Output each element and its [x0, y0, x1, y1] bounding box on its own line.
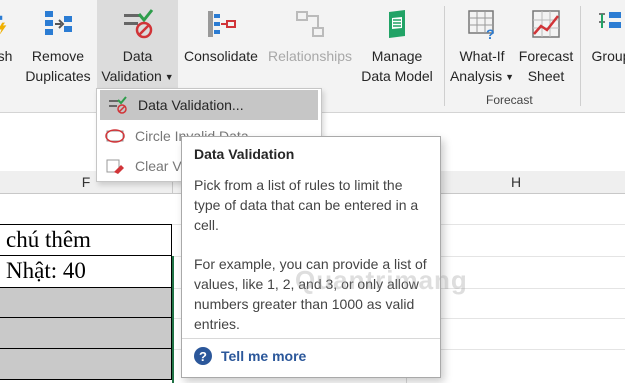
svg-text:?: ? [486, 26, 495, 40]
cell-gray[interactable] [0, 349, 172, 380]
flash-fill-button[interactable]: sh l [0, 0, 16, 92]
tell-me-more-link[interactable]: ? Tell me more [194, 347, 306, 365]
data-validation-tooltip: Data Validation Pick from a list of rule… [181, 136, 441, 378]
what-if-label-1: What-If [459, 48, 505, 64]
data-validation-small-icon [109, 96, 127, 114]
tell-me-more-label: Tell me more [221, 348, 307, 364]
remove-duplicates-icon [45, 11, 72, 35]
remove-duplicates-label-1: Remove [31, 48, 85, 64]
watermark-text: Quantrimang [295, 265, 468, 295]
tooltip-title: Data Validation [194, 146, 295, 162]
cell-gray[interactable] [0, 288, 172, 318]
group-label: Group [591, 48, 625, 64]
relationships-label: Relationships [267, 48, 353, 64]
tooltip-paragraph: Pick from a list of rules to limit the t… [194, 177, 419, 233]
clear-validation-icon [106, 159, 124, 174]
circle-invalid-icon [105, 129, 125, 143]
menu-item-label: Data Validation... [138, 97, 244, 113]
column-f-label: F [81, 174, 91, 190]
consolidate-icon [208, 11, 236, 37]
group-icon [599, 12, 621, 28]
remove-duplicates-label-2: Duplicates [25, 68, 91, 84]
data-validation-button[interactable]: Data Validation ▼ [97, 0, 178, 92]
menu-item-data-validation[interactable]: Data Validation... [100, 90, 318, 120]
manage-label-2: Data Model [361, 68, 433, 84]
help-icon: ? [194, 347, 212, 365]
what-if-label-2: Analysis [449, 68, 503, 84]
manage-data-model-icon [389, 10, 405, 38]
relationships-button[interactable]: Relationships [264, 0, 356, 92]
consolidate-button[interactable]: Consolidate [180, 0, 262, 92]
what-if-analysis-button[interactable]: ? What-If Analysis ▼ [448, 0, 516, 92]
tooltip-divider [182, 338, 440, 339]
manage-data-model-button[interactable]: Manage Data Model [354, 0, 440, 92]
data-validation-icon [123, 9, 153, 39]
cell-japanese-text: Nhật: 40 [6, 258, 86, 283]
cell-gray[interactable] [0, 318, 172, 349]
forecast-label-2: Sheet [527, 68, 565, 84]
chevron-down-icon: ▼ [505, 72, 515, 83]
manage-label-1: Manage [371, 48, 423, 64]
data-validation-label-1: Data [122, 48, 153, 64]
forecast-label-1: Forecast [518, 48, 574, 64]
cell-japanese[interactable]: Nhật: 40 [0, 256, 172, 288]
flash-fill-icon [0, 15, 7, 35]
relationships-icon [296, 11, 324, 37]
menu-item-label: Clear V [135, 158, 182, 174]
ribbon-separator [580, 6, 581, 106]
cell-note-text: chú thêm [6, 227, 91, 252]
cell-note[interactable]: chú thêm [0, 224, 172, 256]
consolidate-label: Consolidate [184, 48, 258, 64]
ribbon-separator [444, 6, 445, 106]
forecast-group-label: Forecast [486, 93, 533, 107]
watermark: Quantrimang [295, 265, 468, 296]
selection-border [172, 256, 174, 383]
column-h-label: H [510, 174, 522, 190]
tooltip-body: Pick from a list of rules to limit the t… [194, 175, 430, 353]
forecast-sheet-button[interactable]: Forecast Sheet [516, 0, 576, 92]
data-validation-label-2: Validation [101, 68, 162, 84]
flash-fill-label-2: l [0, 66, 12, 86]
forecast-sheet-icon [532, 10, 560, 38]
chevron-down-icon: ▼ [164, 72, 174, 83]
remove-duplicates-button[interactable]: Remove Duplicates [20, 0, 96, 92]
what-if-icon: ? [468, 10, 495, 40]
flash-fill-label-1: sh [0, 48, 13, 64]
group-button[interactable]: Group [586, 0, 625, 92]
